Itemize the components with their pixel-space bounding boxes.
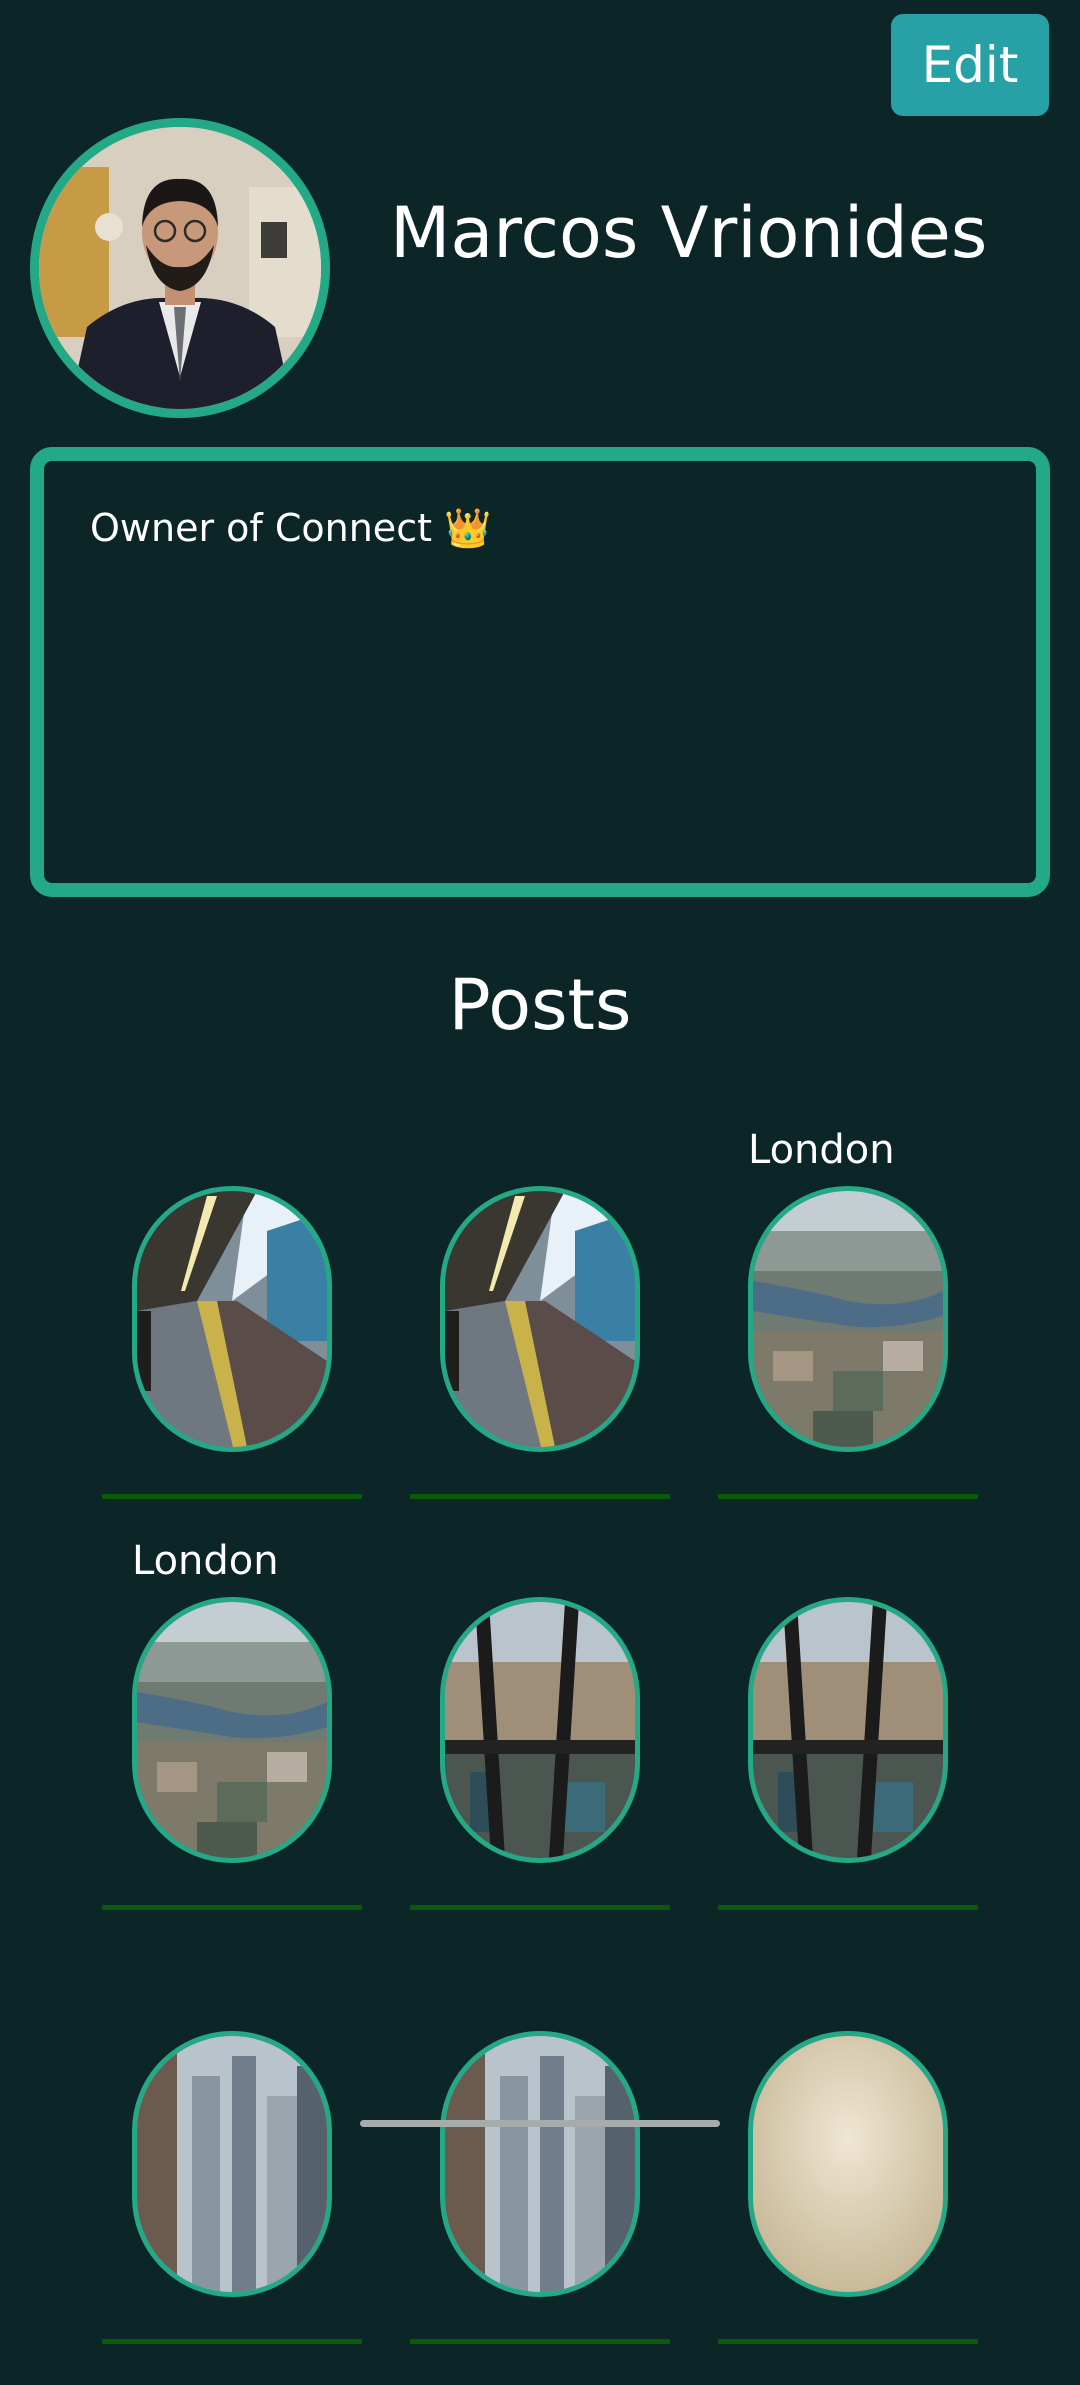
city-street-image xyxy=(137,2036,327,2292)
train-platform-image xyxy=(445,1191,635,1447)
post-divider xyxy=(410,2339,670,2344)
home-indicator[interactable] xyxy=(360,2120,720,2127)
post-item[interactable] xyxy=(410,1541,670,1951)
post-item[interactable] xyxy=(410,1130,670,1540)
post-thumbnail[interactable] xyxy=(748,1186,948,1452)
post-thumbnail[interactable] xyxy=(132,1597,332,1863)
post-divider xyxy=(102,1905,362,1910)
post-item[interactable]: London xyxy=(102,1541,362,1951)
avatar[interactable] xyxy=(30,118,330,418)
post-thumbnail[interactable] xyxy=(748,2031,948,2297)
train-platform-image xyxy=(137,1191,327,1447)
skyscraper-window-image xyxy=(445,1602,635,1858)
post-thumbnail[interactable] xyxy=(132,1186,332,1452)
skyscraper-window-image xyxy=(753,1602,943,1858)
post-divider xyxy=(718,2339,978,2344)
city-street-image xyxy=(445,2036,635,2292)
post-location: London xyxy=(748,1127,895,1173)
profile-name: Marcos Vrionides xyxy=(390,192,988,274)
post-thumbnail[interactable] xyxy=(748,1597,948,1863)
bio-text: Owner of Connect 👑 xyxy=(90,506,492,550)
post-divider xyxy=(102,2339,362,2344)
post-item[interactable] xyxy=(410,1975,670,2385)
post-divider xyxy=(410,1494,670,1499)
bio-box[interactable]: Owner of Connect 👑 xyxy=(30,447,1050,897)
post-thumbnail[interactable] xyxy=(440,1597,640,1863)
london-aerial-image xyxy=(137,1602,327,1858)
post-divider xyxy=(102,1494,362,1499)
post-divider xyxy=(410,1905,670,1910)
post-item[interactable] xyxy=(718,1541,978,1951)
post-location: London xyxy=(132,1538,279,1584)
post-item[interactable] xyxy=(102,1130,362,1540)
posts-heading: Posts xyxy=(448,964,632,1046)
london-aerial-image xyxy=(753,1191,943,1447)
post-divider xyxy=(718,1494,978,1499)
profile-photo-image xyxy=(39,127,321,409)
post-thumbnail[interactable] xyxy=(440,1186,640,1452)
post-item[interactable] xyxy=(102,1975,362,2385)
post-item[interactable]: London xyxy=(718,1130,978,1540)
post-divider xyxy=(718,1905,978,1910)
edit-button[interactable]: Edit xyxy=(891,14,1049,116)
post-thumbnail[interactable] xyxy=(440,2031,640,2297)
post-thumbnail[interactable] xyxy=(132,2031,332,2297)
post-item[interactable] xyxy=(718,1975,978,2385)
hazy-sky-image xyxy=(753,2036,943,2292)
